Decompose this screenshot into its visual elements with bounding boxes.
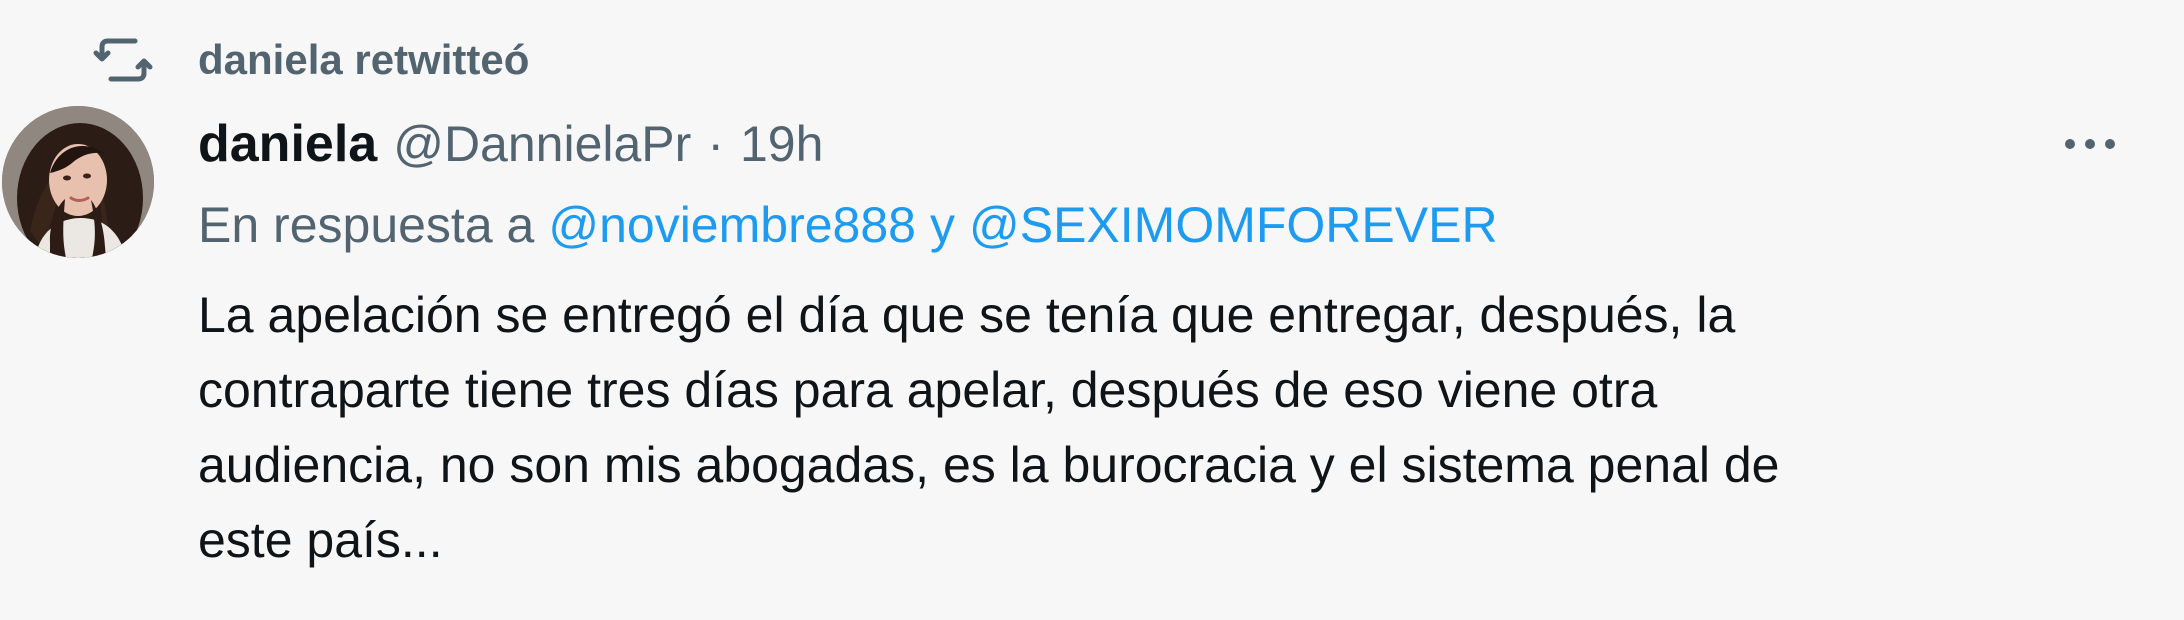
reply-joiner: y [929, 197, 955, 253]
retweet-indicator: daniela retwitteó [92, 30, 529, 90]
tweet-timestamp[interactable]: 19h [740, 115, 823, 173]
tweet-text-line: audiencia, no son mis abogadas, es la bu… [198, 437, 1780, 493]
reply-mention-noviembre888[interactable]: @noviembre888 [548, 196, 916, 254]
reply-context: En respuesta a @noviembre888 y @SEXIMOMF… [198, 190, 1498, 260]
more-icon [2065, 139, 2115, 149]
tweet-text-line: este país... [198, 512, 443, 568]
tweet-text-line: La apelación se entregó el día que se te… [198, 287, 1736, 343]
author-handle[interactable]: @DannielaPr [393, 115, 691, 173]
retweet-label[interactable]: daniela retwitteó [198, 36, 529, 84]
tweet-text-line: contraparte tiene tres días para apelar,… [198, 362, 1658, 418]
tweet-card[interactable]: daniela retwitteó daniela @DannielaPr · … [0, 0, 2184, 620]
retweet-icon [92, 29, 154, 91]
reply-prefix: En respuesta a [198, 197, 535, 253]
more-options-button[interactable] [2058, 112, 2122, 176]
metadata-separator: · [707, 116, 724, 172]
tweet-header: daniela @DannielaPr · 19h [198, 108, 823, 180]
avatar[interactable] [2, 106, 154, 258]
reply-mention-seximomforever[interactable]: @SEXIMOMFOREVER [969, 196, 1498, 254]
tweet-text: La apelación se entregó el día que se te… [198, 278, 2058, 578]
author-name[interactable]: daniela [198, 114, 377, 174]
